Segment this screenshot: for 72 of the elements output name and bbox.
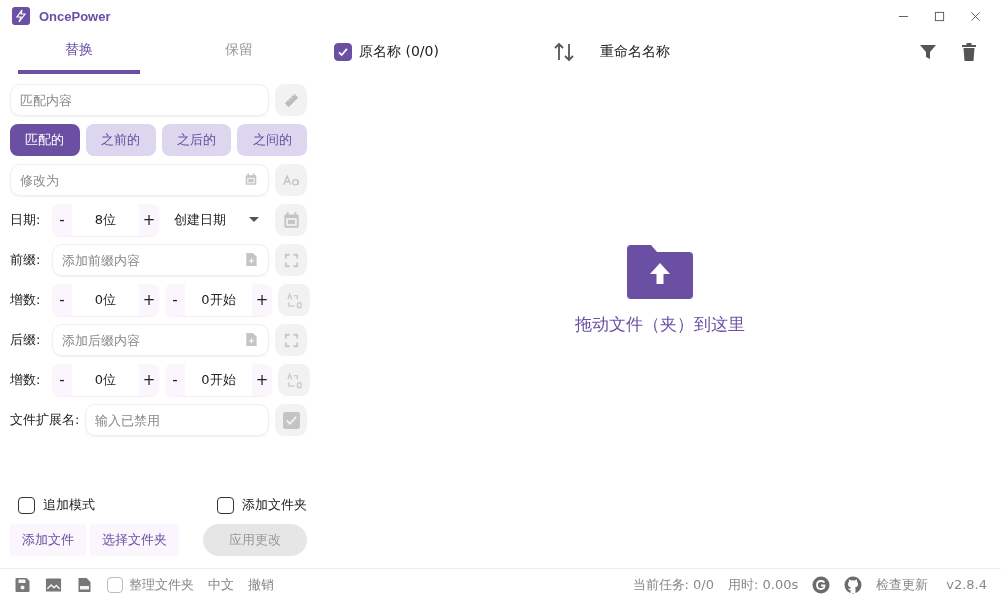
checkbox-icon [281,410,301,430]
window-title: OncePower [39,8,111,24]
file-icon [244,252,258,267]
checkbox[interactable] [107,576,123,593]
select-all-checkbox[interactable] [334,43,352,61]
suffix-input-field[interactable]: 添加后缀内容 [52,324,269,356]
action-button[interactable]: 添加文件 [10,524,86,556]
sequence-icon [284,370,304,390]
replace-input-field[interactable]: 修改为 [10,164,269,196]
g-logo-icon[interactable] [812,575,831,594]
checkbox-label: 追加模式 [43,496,95,514]
match-mode-button[interactable]: 之间的 [237,124,307,156]
stepper-value: 0开始 [200,291,237,309]
stepper-value: 0位 [93,371,118,389]
language-button[interactable]: 中文 [208,575,234,594]
row-label: 后缀: [10,331,42,349]
calendar-icon [244,172,258,187]
match-mode-button[interactable]: 匹配的 [10,124,80,156]
app-logo-icon [11,6,31,26]
caret-icon [249,217,259,223]
increment-button[interactable]: + [139,284,159,316]
match-mode-button[interactable]: 之前的 [85,124,156,156]
undo-button[interactable]: 撤销 [248,575,274,594]
calendar-icon [281,210,301,230]
maximize-icon [933,10,945,22]
prefix-input-field[interactable]: 添加前缀内容 [52,244,269,276]
row-label: 日期: [10,211,42,229]
version-label: v2.8.4 [946,577,987,592]
task-status: 当前任务: 0/0 [632,575,714,594]
stepper-value: 8位 [93,211,118,229]
stepper-value: 0开始 [200,371,237,389]
delete-icon[interactable] [961,42,977,62]
image-icon[interactable] [45,576,62,593]
action-button[interactable]: 选择文件夹 [90,524,179,556]
save-icon[interactable] [14,576,31,593]
row-label: 前缀: [10,251,42,269]
filter-icon[interactable] [919,43,937,61]
checkbox-label: 添加文件夹 [242,496,307,514]
column-header: 原名称 (0/0) [359,43,439,61]
increment-button[interactable]: + [252,364,272,396]
extension-toggle-button[interactable] [275,404,307,436]
sequence-icon [284,290,304,310]
decrement-button[interactable]: - [52,364,72,396]
csv-file-icon[interactable] [76,576,93,593]
match-input-field[interactable]: 匹配内容 [10,84,269,116]
match-mode-button[interactable]: 之后的 [161,124,232,156]
checkbox[interactable] [18,496,35,514]
tab[interactable]: 替换 [18,34,141,74]
date-type-dropdown[interactable]: 创建日期 [165,204,269,236]
row-label: 文件扩展名: [10,411,80,429]
file-icon [244,332,258,347]
checkbox-label: 整理文件夹 [129,575,194,594]
elapsed-time: 用时: 0.00s [728,575,799,594]
stepper-value: 0位 [93,291,118,309]
check-update-button[interactable]: 检查更新 [876,575,929,594]
increment-button[interactable]: + [139,204,159,236]
decrement-button[interactable]: - [52,284,72,316]
column-header: 重命名名称 [600,43,672,61]
sort-icon[interactable] [553,41,576,63]
extension-input-field[interactable]: 输入已禁用 [85,404,269,436]
row-label: 增数: [10,291,42,309]
folder-upload-icon [626,244,693,299]
decrement-button[interactable]: - [165,364,185,396]
github-icon[interactable] [844,575,863,594]
decrement-button[interactable]: - [165,284,185,316]
row-label: 增数: [10,371,42,389]
checkbox[interactable] [217,496,234,514]
close-icon [969,10,981,22]
increment-button[interactable]: + [139,364,159,396]
decrement-button[interactable]: - [52,204,72,236]
increment-button[interactable]: + [252,284,272,316]
drop-hint: 拖动文件（夹）到这里 [574,312,745,336]
